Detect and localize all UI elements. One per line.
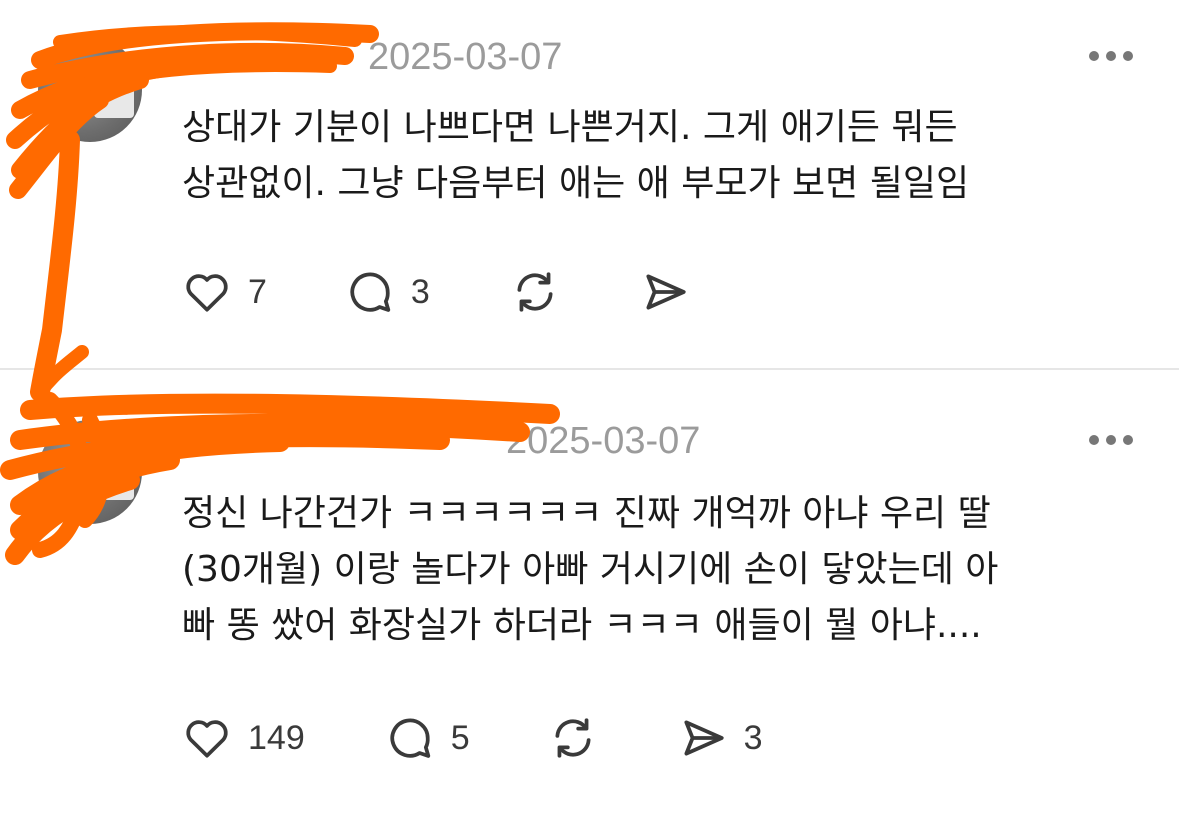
like-button[interactable]: 149: [182, 713, 305, 763]
more-dot-icon: [1123, 51, 1133, 61]
send-icon: [646, 274, 686, 310]
avatar[interactable]: [38, 38, 142, 142]
reply-button[interactable]: 3: [345, 267, 430, 317]
post-body-line: (30개월) 이랑 놀다가 아빠 거시기에 손이 닿았는데 아: [182, 549, 999, 590]
share-count: 3: [743, 718, 763, 757]
repost-button[interactable]: [510, 267, 560, 317]
post-body-line: 정신 나간건가 ㅋㅋㅋㅋㅋㅋ 진짜 개억까 아냐 우리 딸: [182, 493, 991, 534]
like-button[interactable]: 7: [182, 267, 267, 317]
reply-count: 3: [410, 272, 430, 311]
like-count: 7: [248, 272, 267, 311]
more-options-button[interactable]: [1083, 428, 1139, 452]
post-actions: 7 3: [182, 262, 690, 322]
post-actions: 149 5 3: [182, 708, 763, 768]
post-body: 정신 나간건가 ㅋㅋㅋㅋㅋㅋ 진짜 개억까 아냐 우리 딸 (30개월) 이랑 …: [182, 486, 1142, 654]
post-body: 상대가 기분이 나쁘다면 나쁜거지. 그게 애기든 뭐든 상관없이. 그냥 다음…: [182, 100, 1142, 212]
comment-bubble-icon: [390, 718, 430, 758]
repost-arrows-icon: [517, 272, 553, 312]
reply-count: 5: [450, 718, 470, 757]
share-button[interactable]: [640, 267, 690, 317]
more-dot-icon: [1106, 435, 1116, 445]
post-2: 2025-03-07 정신 나간건가 ㅋㅋㅋㅋㅋㅋ 진짜 개억까 아냐 우리 딸…: [0, 370, 1179, 818]
post-body-line: 빠 똥 쌌어 화장실가 하더라 ㅋㅋㅋ 애들이 뭘 아냐....: [182, 605, 982, 646]
post-timestamp: 2025-03-07: [506, 420, 701, 462]
post-timestamp: 2025-03-07: [368, 36, 563, 78]
share-button[interactable]: 3: [678, 713, 763, 763]
more-dot-icon: [1123, 435, 1133, 445]
avatar[interactable]: [38, 420, 142, 524]
like-count: 149: [248, 718, 305, 757]
more-dot-icon: [1106, 51, 1116, 61]
heart-icon: [186, 274, 228, 312]
comment-bubble-icon: [350, 272, 391, 312]
post-body-line: 상대가 기분이 나쁘다면 나쁜거지. 그게 애기든 뭐든: [182, 107, 958, 148]
repost-button[interactable]: [548, 713, 598, 763]
post-1: 2025-03-07 상대가 기분이 나쁘다면 나쁜거지. 그게 애기든 뭐든 …: [0, 0, 1179, 368]
more-dot-icon: [1089, 51, 1099, 61]
repost-arrows-icon: [555, 718, 591, 758]
send-icon: [684, 720, 724, 756]
heart-icon: [186, 720, 228, 758]
reply-button[interactable]: 5: [385, 713, 470, 763]
more-dot-icon: [1089, 435, 1099, 445]
post-body-line: 상관없이. 그냥 다음부터 애는 애 부모가 보면 될일임: [182, 163, 970, 204]
more-options-button[interactable]: [1083, 44, 1139, 68]
